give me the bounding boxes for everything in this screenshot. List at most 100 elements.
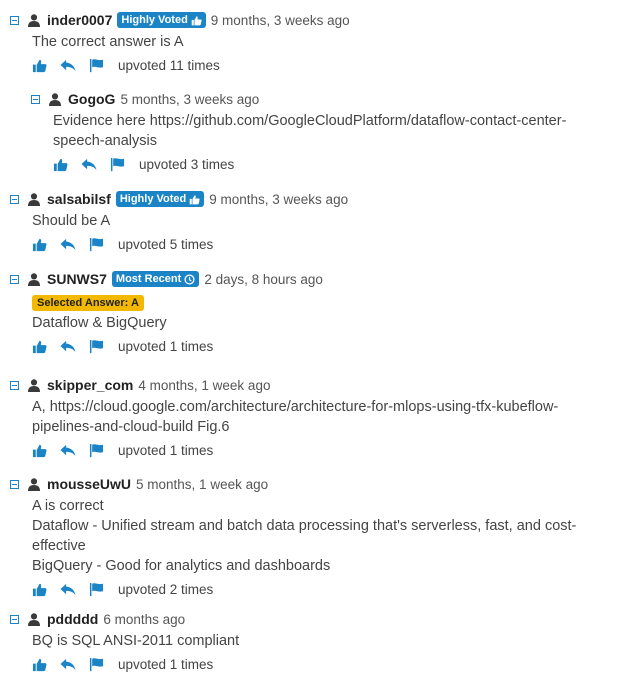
thumbs-up-icon [32,237,47,252]
upvote-count: upvoted 1 times [118,338,214,354]
thumbs-up-icon [191,15,202,26]
collapse-toggle-icon[interactable] [10,15,19,25]
upvote-count: upvoted 5 times [118,236,214,252]
comment-timestamp: 9 months, 3 weeks ago [209,191,349,207]
reply-icon [59,58,77,73]
flag-icon [89,237,104,252]
comment-header: GogoG 5 months, 3 weeks ago [31,89,630,109]
comment-text-line: speech-analysis [53,133,157,149]
comment-timestamp: 2 days, 8 hours ago [204,271,323,287]
comment: inder0007 Highly Voted 9 months, 3 weeks… [10,10,630,75]
comment-text-line: Should be A [32,213,111,229]
collapse-toggle-icon[interactable] [31,94,40,104]
reply-button[interactable] [59,237,77,252]
username[interactable]: skipper_com [47,377,133,393]
comment-body: Should be A [32,211,630,231]
comment-text-line: The correct answer is A [32,34,184,50]
report-button[interactable] [89,58,104,73]
comment-text-line: A, https://cloud.google.com/architecture… [32,399,559,415]
thumbs-up-icon [189,194,200,205]
comment-actions: upvoted 1 times [32,440,630,460]
comment-actions: upvoted 5 times [32,234,630,254]
comment: pddddd 6 months ago BQ is SQL ANSI-2011 … [10,609,630,674]
user-icon [28,379,40,392]
upvote-button[interactable] [32,237,47,252]
reply-button[interactable] [59,443,77,458]
flag-icon [89,582,104,597]
upvote-count: upvoted 1 times [118,442,214,458]
collapse-toggle-icon[interactable] [10,479,19,489]
report-button[interactable] [110,157,125,172]
discussion-thread: inder0007 Highly Voted 9 months, 3 weeks… [0,0,644,672]
comment: salsabilsf Highly Voted 9 months, 3 week… [10,189,630,254]
user-icon [28,478,40,491]
username[interactable]: salsabilsf [47,191,111,207]
reply-icon [59,339,77,354]
comment-body: A, https://cloud.google.com/architecture… [32,397,630,437]
upvote-button[interactable] [53,157,68,172]
upvote-count: upvoted 11 times [118,57,220,73]
comment-timestamp: 5 months, 1 week ago [136,476,269,492]
comment-timestamp: 5 months, 3 weeks ago [120,91,260,107]
report-button[interactable] [89,582,104,597]
upvote-button[interactable] [32,443,47,458]
comment-actions: upvoted 11 times [32,55,630,75]
badge-label: Highly Voted [119,193,187,205]
upvote-button[interactable] [32,339,47,354]
comment: SUNWS7 Most Recent 2 days, 8 hours ago S… [10,269,630,356]
user-icon [28,14,40,27]
selected-answer-badge: Selected Answer: A [32,295,144,311]
upvote-button[interactable] [32,582,47,597]
reply-button[interactable] [59,582,77,597]
comment-text-line: pipelines-and-cloud-build Fig.6 [32,419,230,435]
report-button[interactable] [89,657,104,672]
comment-timestamp: 6 months ago [103,611,186,627]
reply-button[interactable] [80,157,98,172]
flag-icon [110,157,125,172]
comment-text-line: Dataflow & BigQuery [32,315,167,331]
username[interactable]: mousseUwU [47,476,131,492]
reply-button[interactable] [59,657,77,672]
username[interactable]: GogoG [68,91,115,107]
comment: skipper_com 4 months, 1 week ago A, http… [10,375,630,460]
flag-icon [89,339,104,354]
comment-body: Dataflow & BigQuery [32,313,630,333]
flag-icon [89,58,104,73]
collapse-toggle-icon[interactable] [10,380,19,390]
comment-text-line: Dataflow - Unified stream and batch data… [32,518,577,534]
username[interactable]: pddddd [47,611,98,627]
comment-actions: upvoted 2 times [32,579,630,599]
collapse-toggle-icon[interactable] [10,614,19,624]
report-button[interactable] [89,443,104,458]
thumbs-up-icon [32,339,47,354]
comment-timestamp: 9 months, 3 weeks ago [210,12,350,28]
user-icon [28,613,40,626]
comment: mousseUwU 5 months, 1 week ago A is corr… [10,474,630,599]
report-button[interactable] [89,237,104,252]
user-icon [49,93,61,106]
collapse-toggle-icon[interactable] [10,274,19,284]
username[interactable]: inder0007 [47,12,112,28]
clock-icon [184,274,195,285]
comment-actions: upvoted 1 times [32,654,630,674]
comment-body: BQ is SQL ANSI-2011 compliant [32,631,630,651]
username[interactable]: SUNWS7 [47,271,107,287]
reply-button[interactable] [59,58,77,73]
report-button[interactable] [89,339,104,354]
thumbs-up-icon [32,657,47,672]
upvote-count: upvoted 2 times [118,581,214,597]
reply-button[interactable] [59,339,77,354]
comment-header: SUNWS7 Most Recent 2 days, 8 hours ago [10,269,630,289]
comment-text-line: BQ is SQL ANSI-2011 compliant [32,633,240,649]
comment-text-line: Evidence here https://github.com/GoogleC… [53,113,567,129]
collapse-toggle-icon[interactable] [10,194,19,204]
user-icon [28,273,40,286]
comment: GogoG 5 months, 3 weeks ago Evidence her… [31,89,630,174]
comment-text-line: A is correct [32,498,104,514]
vote-badge: Most Recent [111,271,200,287]
upvote-button[interactable] [32,58,47,73]
comment-header: skipper_com 4 months, 1 week ago [10,375,630,395]
thumbs-up-icon [32,58,47,73]
comment-text-line: BigQuery - Good for analytics and dashbo… [32,558,331,574]
upvote-button[interactable] [32,657,47,672]
